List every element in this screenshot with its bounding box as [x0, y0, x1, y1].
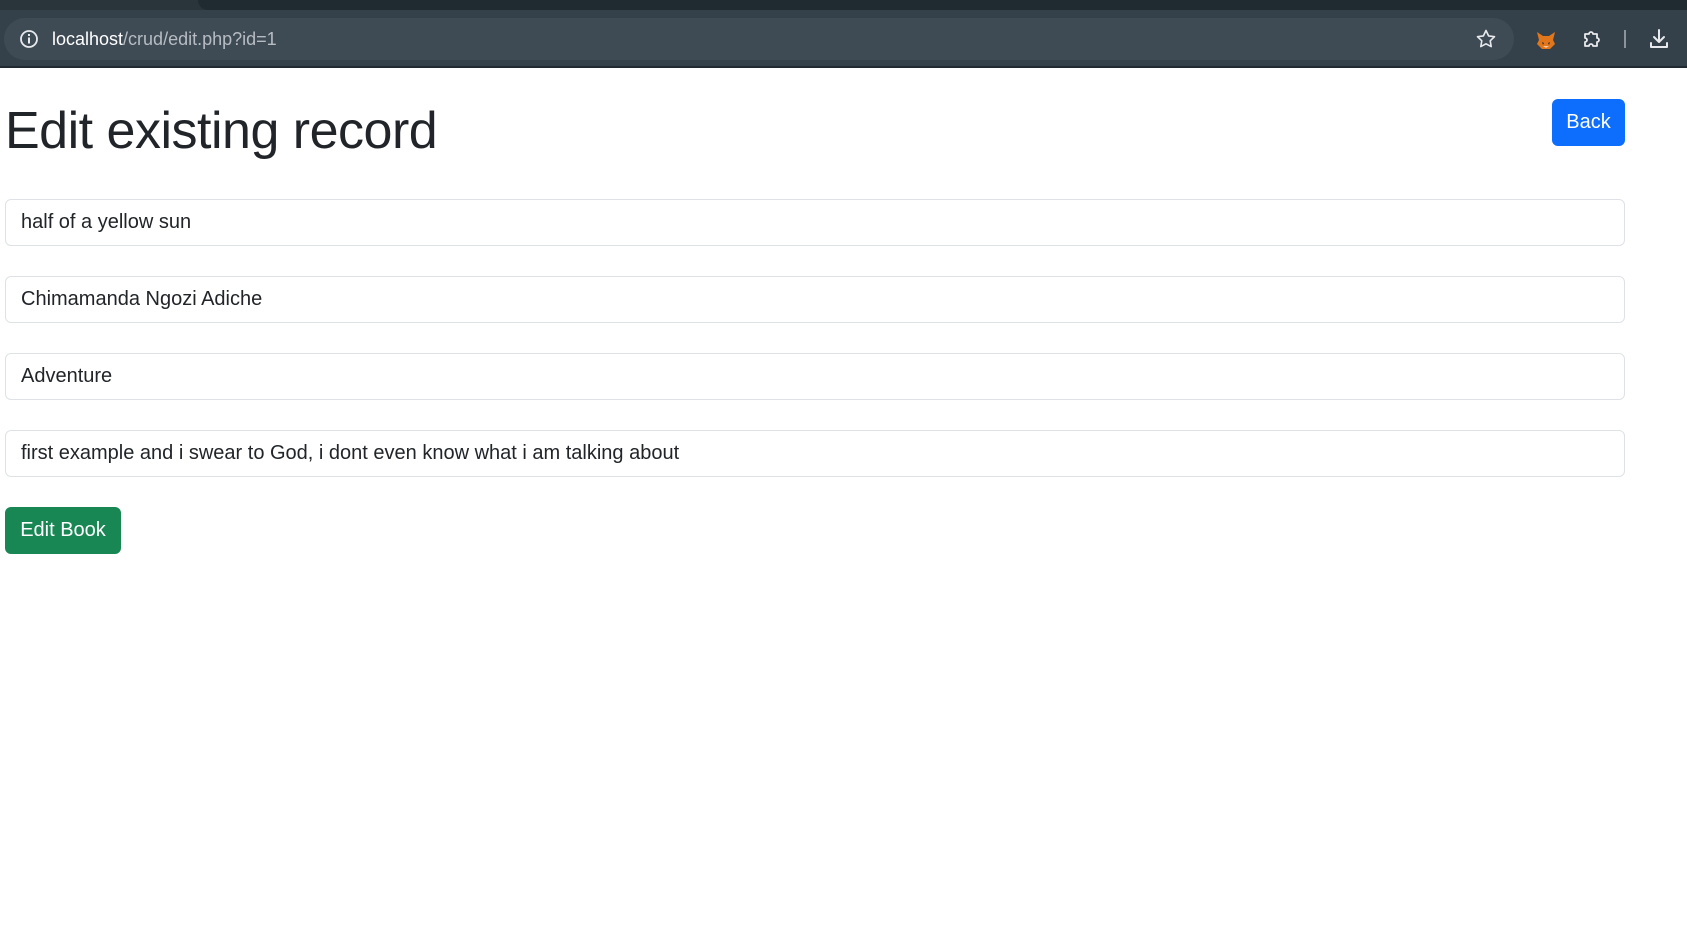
url-text[interactable]: localhost/crud/edit.php?id=1 [52, 28, 277, 50]
book-title-input[interactable] [5, 199, 1625, 246]
tab-strip [0, 0, 1687, 10]
back-button[interactable]: Back [1552, 99, 1625, 146]
extensions-puzzle-icon[interactable] [1580, 27, 1604, 51]
url-path: /crud/edit.php?id=1 [123, 29, 277, 49]
star-icon[interactable] [1474, 27, 1498, 51]
toolbar-separator [1624, 30, 1626, 48]
book-description-input[interactable] [5, 430, 1625, 477]
edit-book-button[interactable]: Edit Book [5, 507, 121, 554]
book-genre-input[interactable] [5, 353, 1625, 400]
download-icon[interactable] [1647, 27, 1671, 51]
book-author-input[interactable] [5, 276, 1625, 323]
fox-extension-icon[interactable] [1534, 28, 1558, 52]
active-tab[interactable] [198, 0, 1687, 10]
toolbar-divider [0, 66, 1687, 68]
browser-toolbar: localhost/crud/edit.php?id=1 [0, 0, 1687, 68]
url-host: localhost [52, 29, 124, 49]
page-title: Edit existing record [5, 102, 438, 160]
address-bar[interactable]: localhost/crud/edit.php?id=1 [4, 18, 1514, 60]
info-icon[interactable] [18, 28, 40, 50]
